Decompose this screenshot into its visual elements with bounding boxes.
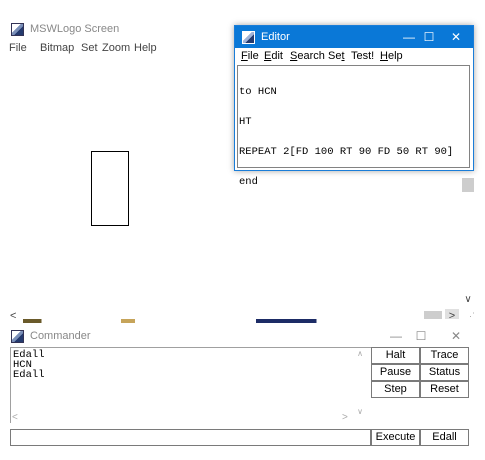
logo-app-icon xyxy=(11,23,24,36)
editor-menu-search[interactable]: Search xyxy=(290,50,325,62)
history-item[interactable]: HCN xyxy=(13,360,371,371)
scroll-left-icon[interactable]: < xyxy=(12,412,18,423)
step-button[interactable]: Step xyxy=(371,381,420,398)
history-horizontal-scrollbar[interactable]: < > xyxy=(10,412,355,424)
execute-button[interactable]: Execute xyxy=(371,429,420,446)
editor-menu-file[interactable]: File xyxy=(241,50,259,62)
editor-menu-test[interactable]: Test! xyxy=(351,50,374,62)
drawn-rectangle xyxy=(91,151,129,226)
editor-menu-set[interactable]: Set xyxy=(328,50,345,62)
editor-menu-edit[interactable]: Edit xyxy=(264,50,283,62)
scroll-down-icon[interactable]: ∨ xyxy=(461,293,475,307)
code-line: to HCN xyxy=(239,86,277,98)
halt-button[interactable]: Halt xyxy=(371,347,420,364)
editor-title-bar[interactable]: Editor — ☐ ✕ xyxy=(235,26,473,48)
close-icon[interactable]: ✕ xyxy=(449,30,463,44)
taskbar-strip xyxy=(9,319,475,323)
reset-button[interactable]: Reset xyxy=(420,381,469,398)
menu-text: earch xyxy=(297,50,325,62)
pause-button[interactable]: Pause xyxy=(371,364,420,381)
maximize-icon[interactable]: ☐ xyxy=(414,329,428,343)
history-vertical-scrollbar[interactable]: ∧ ∨ xyxy=(353,347,367,423)
menu-zoom[interactable]: Zoom xyxy=(102,42,130,54)
minimize-icon[interactable]: — xyxy=(402,30,416,44)
commander-window: Commander — ☐ ✕ Edall HCN Edall ∧ ∨ < > … xyxy=(9,326,475,448)
menu-text: dit xyxy=(271,50,283,62)
history-item[interactable]: Edall xyxy=(13,370,371,381)
edall-button[interactable]: Edall xyxy=(420,429,469,446)
minimize-icon[interactable]: — xyxy=(389,329,403,343)
logo-app-icon xyxy=(242,31,255,44)
editor-window: Editor — ☐ ✕ File Edit Search Set Test! … xyxy=(234,25,474,187)
editor-menu-help[interactable]: Help xyxy=(380,50,403,62)
history-item[interactable]: Edall xyxy=(13,350,371,361)
commander-title: Commander xyxy=(30,330,91,342)
editor-menu-bar: File Edit Search Set Test! Help xyxy=(235,48,473,65)
logo-app-icon xyxy=(11,330,24,343)
menu-help[interactable]: Help xyxy=(134,42,157,54)
maximize-icon[interactable]: ☐ xyxy=(422,30,436,44)
menu-mnemonic: F xyxy=(241,50,248,62)
status-button[interactable]: Status xyxy=(420,364,469,381)
editor-title: Editor xyxy=(261,31,290,43)
code-line: REPEAT 2[FD 100 RT 90 FD 50 RT 90] xyxy=(239,146,454,158)
scroll-down-icon[interactable]: ∨ xyxy=(353,407,367,416)
menu-text: Se xyxy=(328,50,342,62)
main-window-title: MSWLogo Screen xyxy=(30,23,120,35)
scroll-right-icon[interactable]: > xyxy=(342,412,348,423)
code-line: end xyxy=(239,176,258,188)
menu-mnemonic: H xyxy=(380,50,388,62)
command-input[interactable] xyxy=(10,429,371,446)
menu-bitmap[interactable]: Bitmap xyxy=(40,42,74,54)
trace-button[interactable]: Trace xyxy=(420,347,469,364)
scroll-up-icon[interactable]: ∧ xyxy=(353,349,367,358)
commander-title-bar[interactable]: Commander — ☐ ✕ xyxy=(9,326,475,346)
menu-file[interactable]: File xyxy=(9,42,27,54)
menu-set[interactable]: Set xyxy=(81,42,98,54)
editor-text-area[interactable]: to HCN HT REPEAT 2[FD 100 RT 90 FD 50 RT… xyxy=(237,65,470,187)
menu-text: Test! xyxy=(351,50,375,62)
menu-text: elp xyxy=(387,50,403,62)
menu-mnemonic: t xyxy=(341,50,345,62)
menu-text: ile xyxy=(247,50,259,62)
close-icon[interactable]: ✕ xyxy=(449,329,463,343)
code-line: HT xyxy=(239,116,252,128)
